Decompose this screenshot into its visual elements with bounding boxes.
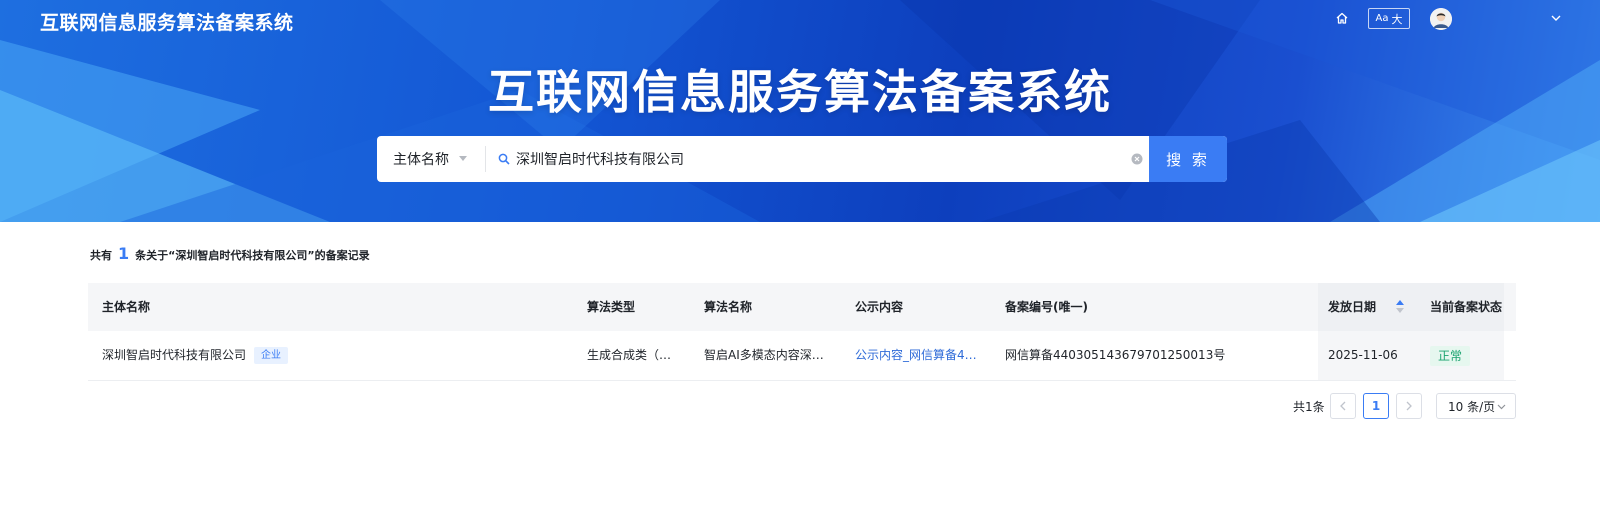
cell-algo-name: 智启AI多模态内容深… [704, 348, 824, 362]
result-count: 1 [118, 244, 130, 263]
column-header-issue-date[interactable]: 发放日期 [1328, 283, 1376, 331]
cell-filing-no: 网信算备440305143679701250013号 [1005, 348, 1226, 362]
search-bar: 主体名称 搜 索 [377, 136, 1227, 182]
cell-issue-date: 2025-11-06 [1328, 348, 1398, 362]
search-type-value: 主体名称 [393, 152, 449, 168]
search-field [486, 136, 1149, 182]
search-icon [498, 153, 510, 165]
chevron-down-icon [1497, 404, 1506, 410]
chevron-right-icon [1406, 401, 1412, 411]
status-badge: 正常 [1430, 346, 1471, 366]
table-row: 深圳智启时代科技有限公司 企业 生成合成类（… 智启AI多模态内容深… 公示内容_… [88, 331, 1516, 381]
caret-down-icon [459, 156, 467, 161]
column-header-entity: 主体名称 [102, 300, 151, 314]
home-icon[interactable] [1335, 11, 1349, 25]
hero-title: 互联网信息服务算法备案系统 [488, 65, 1112, 119]
header-banner: 互联网信息服务算法备案系统 Aa 大 互联网信息服务算法备案系统 主体名称 深圳… [0, 0, 1600, 222]
page-number-button[interactable]: 1 [1363, 393, 1389, 419]
search-button[interactable]: 搜 索 [1149, 136, 1227, 182]
user-avatar[interactable] [1430, 8, 1452, 30]
entity-name: 深圳智启时代科技有限公司 [102, 348, 247, 362]
search-type-select[interactable]: 主体名称 [377, 136, 485, 182]
avatar-icon [1430, 8, 1452, 30]
clear-icon[interactable] [1131, 153, 1143, 165]
chevron-left-icon [1340, 401, 1346, 411]
entity-type-tag: 企业 [254, 347, 289, 364]
table-header: 主体名称 算法类型 算法名称 公示内容 备案编号(唯一) 发放日期 当前备案状态 [88, 283, 1516, 331]
column-header-filing-no: 备案编号(唯一) [1005, 300, 1088, 314]
chevron-down-icon[interactable] [1550, 12, 1562, 24]
page-size-value: 10 条/页 [1448, 399, 1496, 414]
result-suffix: 条关于“深圳智启时代科技有限公司”的备案记录 [135, 249, 370, 262]
cell-entity: 深圳智启时代科技有限公司 企业 [102, 331, 289, 380]
next-page-button[interactable] [1396, 393, 1422, 419]
results-table: 主体名称 算法类型 算法名称 公示内容 备案编号(唯一) 发放日期 当前备案状态… [88, 283, 1516, 381]
column-header-public-content: 公示内容 [855, 300, 904, 314]
column-header-algo-type: 算法类型 [587, 300, 636, 314]
font-toggle-small-label: Aa [1375, 13, 1389, 24]
result-summary: 共有 1 条关于“深圳智启时代科技有限公司”的备案记录 [90, 244, 370, 263]
site-title[interactable]: 互联网信息服务算法备案系统 [40, 8, 294, 35]
prev-page-button[interactable] [1330, 393, 1356, 419]
result-prefix: 共有 [90, 249, 112, 262]
font-size-toggle[interactable]: Aa 大 [1368, 8, 1410, 29]
cell-algo-type: 生成合成类（… [587, 348, 672, 362]
font-toggle-large-label: 大 [1391, 12, 1403, 26]
column-header-status: 当前备案状态 [1430, 300, 1503, 314]
column-header-algo-name: 算法名称 [704, 300, 753, 314]
sort-icon[interactable] [1396, 300, 1404, 313]
cell-public-content-link[interactable]: 公示内容_网信算备4… [855, 331, 977, 380]
page-size-select[interactable]: 10 条/页 [1436, 393, 1516, 419]
pagination: 共1条 1 10 条/页 [0, 393, 1600, 419]
search-input[interactable] [516, 151, 1096, 167]
pagination-total: 共1条 [1293, 400, 1325, 414]
